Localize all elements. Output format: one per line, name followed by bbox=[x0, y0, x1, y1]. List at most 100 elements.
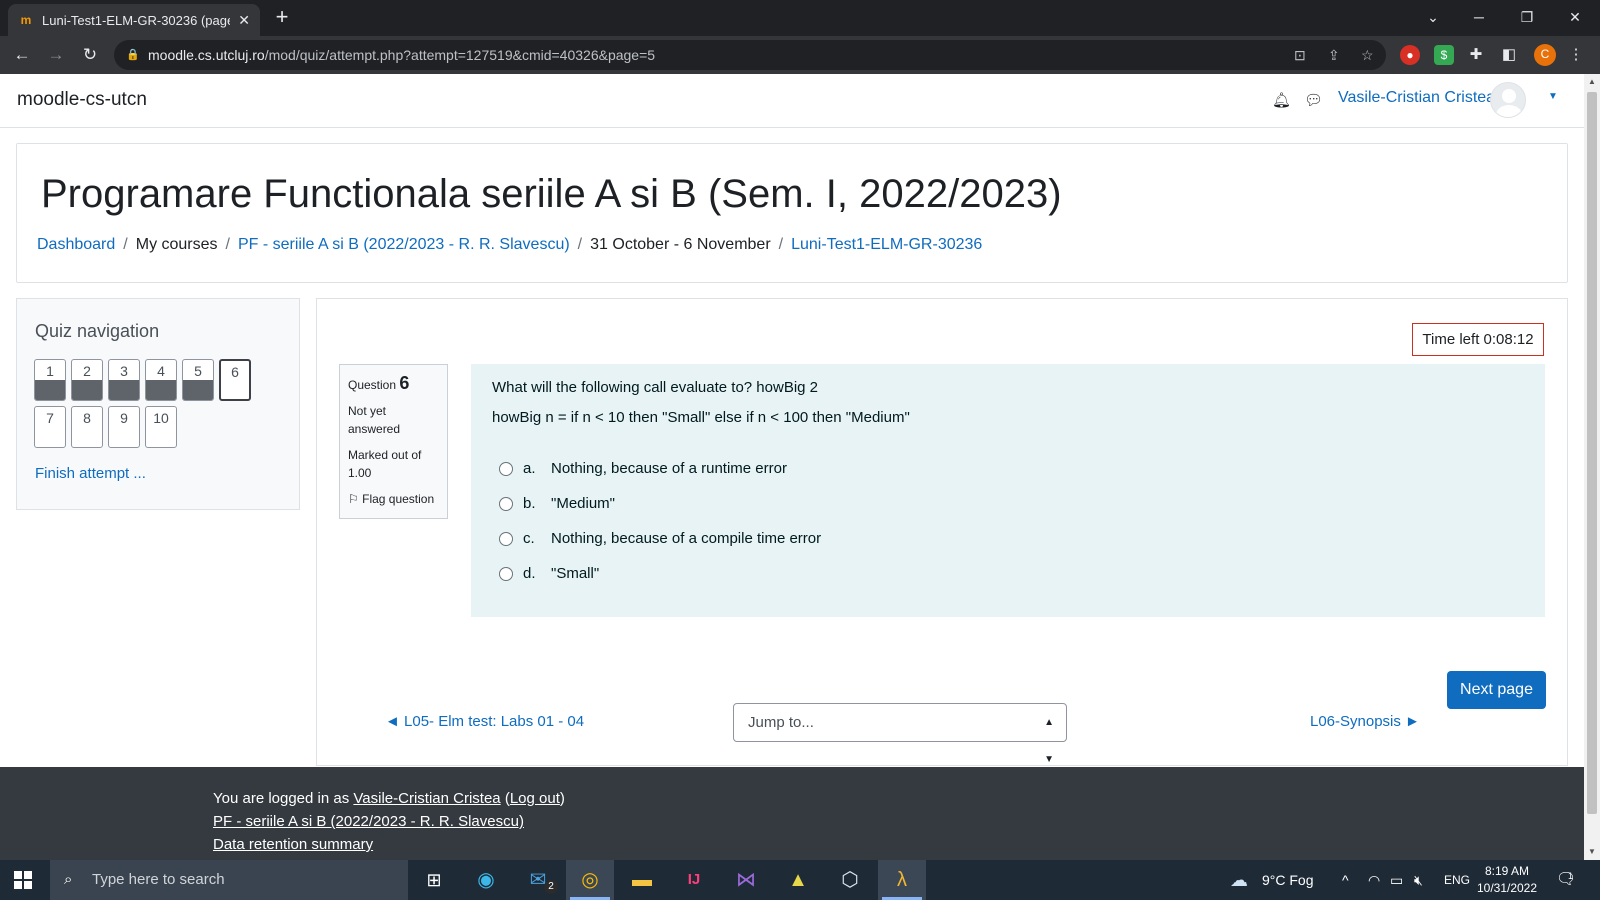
quiz-nav-button-4[interactable]: 4 bbox=[145, 359, 177, 401]
delta-app-icon[interactable]: ▲ bbox=[774, 860, 822, 900]
extension-red-icon[interactable]: ● bbox=[1400, 45, 1420, 65]
answer-radio-c[interactable] bbox=[499, 531, 513, 546]
visual-studio-icon[interactable]: ⋈ bbox=[722, 860, 770, 900]
chrome-browser-icon[interactable]: ◎ bbox=[566, 860, 614, 900]
profile-avatar[interactable]: C bbox=[1534, 44, 1556, 66]
system-clock[interactable]: 8:19 AM 10/31/2022 bbox=[1472, 863, 1542, 897]
quiz-nav-button-1[interactable]: 1 bbox=[34, 359, 66, 401]
logout-link[interactable]: Log out bbox=[510, 790, 560, 807]
quiz-navigation-block: Quiz navigation 1 2 3 4 5 6 7 8 9 10 Fin… bbox=[16, 298, 300, 510]
notification-center-icon[interactable]: 🗨︎ 1 bbox=[1556, 860, 1576, 900]
answer-radio-a[interactable] bbox=[499, 461, 513, 476]
side-panel-icon[interactable]: ◧ bbox=[1499, 45, 1519, 65]
weather-text[interactable]: 9°C Fog bbox=[1262, 860, 1314, 900]
weather-cloud-icon[interactable]: ☁ bbox=[1230, 860, 1248, 900]
tab-search-chevron-icon[interactable]: ⌄ bbox=[1410, 0, 1456, 36]
messages-icon[interactable]: 💬︎ bbox=[1304, 91, 1323, 109]
notification-count: 1 bbox=[1568, 871, 1574, 881]
mail-icon[interactable]: ✉ 2 bbox=[514, 860, 562, 900]
breadcrumb-dashboard[interactable]: Dashboard bbox=[37, 236, 115, 253]
browser-tab[interactable]: m Luni-Test1-ELM-GR-30236 (page ✕ bbox=[8, 4, 260, 36]
breadcrumb-course[interactable]: PF - seriile A si B (2022/2023 - R. R. S… bbox=[238, 236, 570, 253]
previous-activity-link[interactable]: ◄ L05- Elm test: Labs 01 - 04 bbox=[385, 713, 584, 730]
breadcrumb-section: 31 October - 6 November bbox=[590, 236, 771, 253]
quiz-nav-button-2[interactable]: 2 bbox=[71, 359, 103, 401]
question-status: Not yet answered bbox=[348, 404, 401, 436]
browser-tab-bar: m Luni-Test1-ELM-GR-30236 (page ✕ + ⌄ ─ … bbox=[0, 0, 1600, 36]
answer-option-a[interactable]: a. Nothing, because of a runtime error bbox=[499, 460, 787, 477]
restore-button[interactable]: ❐ bbox=[1504, 0, 1550, 36]
close-window-button[interactable]: ✕ bbox=[1552, 0, 1598, 36]
tray-chevron-icon[interactable]: ^ bbox=[1342, 860, 1349, 900]
next-activity-link[interactable]: L06-Synopsis ► bbox=[1310, 713, 1420, 730]
network-icon[interactable]: ◠ bbox=[1368, 860, 1380, 900]
intellij-icon[interactable]: IJ bbox=[670, 860, 718, 900]
answer-option-b[interactable]: b. "Medium" bbox=[499, 495, 615, 512]
answer-radio-d[interactable] bbox=[499, 566, 513, 581]
scrollbar-thumb[interactable] bbox=[1587, 92, 1597, 814]
data-retention-link[interactable]: Data retention summary bbox=[213, 836, 373, 853]
quiz-nav-button-10[interactable]: 10 bbox=[145, 406, 177, 448]
question-label: Question bbox=[348, 378, 397, 392]
haskell-app-icon[interactable]: λ bbox=[878, 860, 926, 900]
edge-browser-icon[interactable]: ◉ bbox=[462, 860, 510, 900]
forward-arrow-icon[interactable]: → bbox=[44, 43, 68, 67]
answer-text: "Small" bbox=[551, 565, 600, 582]
footer-data-retention-row: Data retention summary bbox=[213, 835, 373, 855]
task-view-icon[interactable]: ⊞ bbox=[410, 860, 458, 900]
extensions-puzzle-icon[interactable]: ✚ bbox=[1466, 45, 1486, 65]
jump-to-select[interactable]: Jump to... ▲ ▼ bbox=[733, 703, 1067, 765]
answer-radio-b[interactable] bbox=[499, 496, 513, 511]
user-avatar[interactable] bbox=[1490, 82, 1526, 118]
footer-user-link[interactable]: Vasile-Cristian Cristea bbox=[353, 790, 500, 807]
question-content: What will the following call evaluate to… bbox=[471, 364, 1545, 617]
quiz-nav-button-8[interactable]: 8 bbox=[71, 406, 103, 448]
taskbar-search-input[interactable]: ⌕ Type here to search bbox=[50, 860, 408, 900]
new-tab-button[interactable]: + bbox=[270, 6, 294, 30]
bookmark-star-icon[interactable]: ☆ bbox=[1361, 40, 1374, 70]
quiz-nav-button-7[interactable]: 7 bbox=[34, 406, 66, 448]
translate-icon[interactable]: ⊡ bbox=[1294, 40, 1306, 70]
quiz-nav-button-6[interactable]: 6 bbox=[219, 359, 251, 401]
answer-option-d[interactable]: d. "Small" bbox=[499, 565, 599, 582]
back-arrow-icon[interactable]: ← bbox=[10, 43, 34, 67]
page-header: Programare Functionala seriile A si B (S… bbox=[16, 143, 1568, 283]
search-icon: ⌕ bbox=[64, 871, 73, 888]
minimize-button[interactable]: ─ bbox=[1456, 0, 1502, 36]
file-explorer-icon[interactable]: ▬ bbox=[618, 860, 666, 900]
close-tab-icon[interactable]: ✕ bbox=[238, 12, 250, 29]
volume-muted-icon[interactable]: 🔇︎ bbox=[1414, 860, 1423, 900]
virtualbox-icon[interactable]: ⬡ bbox=[826, 860, 874, 900]
flag-question-button[interactable]: ⚐ Flag question bbox=[348, 490, 439, 508]
reload-icon[interactable]: ↻ bbox=[78, 43, 102, 67]
extension-green-icon[interactable]: $ bbox=[1434, 45, 1454, 65]
scroll-down-arrow-icon[interactable]: ▼ bbox=[1584, 844, 1600, 860]
next-page-button[interactable]: Next page bbox=[1447, 671, 1546, 709]
url-host: moodle.cs.utcluj.ro bbox=[148, 47, 265, 63]
site-brand[interactable]: moodle-cs-utcn bbox=[17, 89, 147, 111]
browser-menu-icon[interactable]: ⋮ bbox=[1566, 45, 1586, 65]
battery-icon[interactable]: ▭ bbox=[1390, 860, 1403, 900]
breadcrumb-quiz[interactable]: Luni-Test1-ELM-GR-30236 bbox=[791, 236, 982, 253]
answer-text: "Medium" bbox=[551, 495, 615, 512]
user-name[interactable]: Vasile-Cristian Cristea bbox=[1338, 89, 1495, 107]
answer-option-c[interactable]: c. Nothing, because of a compile time er… bbox=[499, 530, 821, 547]
quiz-nav-button-5[interactable]: 5 bbox=[182, 359, 214, 401]
url-path: /mod/quiz/attempt.php?attempt=127519&cmi… bbox=[264, 47, 656, 63]
share-icon[interactable]: ⇪ bbox=[1328, 40, 1340, 70]
clock-time: 8:19 AM bbox=[1484, 864, 1530, 878]
footer-course-link[interactable]: PF - seriile A si B (2022/2023 - R. R. S… bbox=[213, 813, 524, 830]
page-scrollbar[interactable]: ▲ ▼ bbox=[1584, 74, 1600, 860]
address-bar[interactable]: 🔒 moodle.cs.utcluj.ro/mod/quiz/attempt.p… bbox=[114, 40, 1386, 70]
quiz-nav-button-3[interactable]: 3 bbox=[108, 359, 140, 401]
scroll-up-arrow-icon[interactable]: ▲ bbox=[1584, 74, 1600, 90]
finish-attempt-link[interactable]: Finish attempt ... bbox=[35, 465, 146, 482]
language-indicator[interactable]: ENG bbox=[1444, 860, 1470, 900]
windows-start-icon[interactable] bbox=[14, 871, 32, 889]
answer-text: Nothing, because of a compile time error bbox=[551, 530, 822, 547]
notification-bell-icon[interactable]: 🔔︎ bbox=[1272, 91, 1291, 109]
quiz-timer: Time left 0:08:12 bbox=[1412, 323, 1544, 356]
user-menu-caret-icon[interactable]: ▼ bbox=[1548, 91, 1558, 102]
question-text-line1: What will the following call evaluate to… bbox=[492, 379, 819, 396]
quiz-nav-button-9[interactable]: 9 bbox=[108, 406, 140, 448]
